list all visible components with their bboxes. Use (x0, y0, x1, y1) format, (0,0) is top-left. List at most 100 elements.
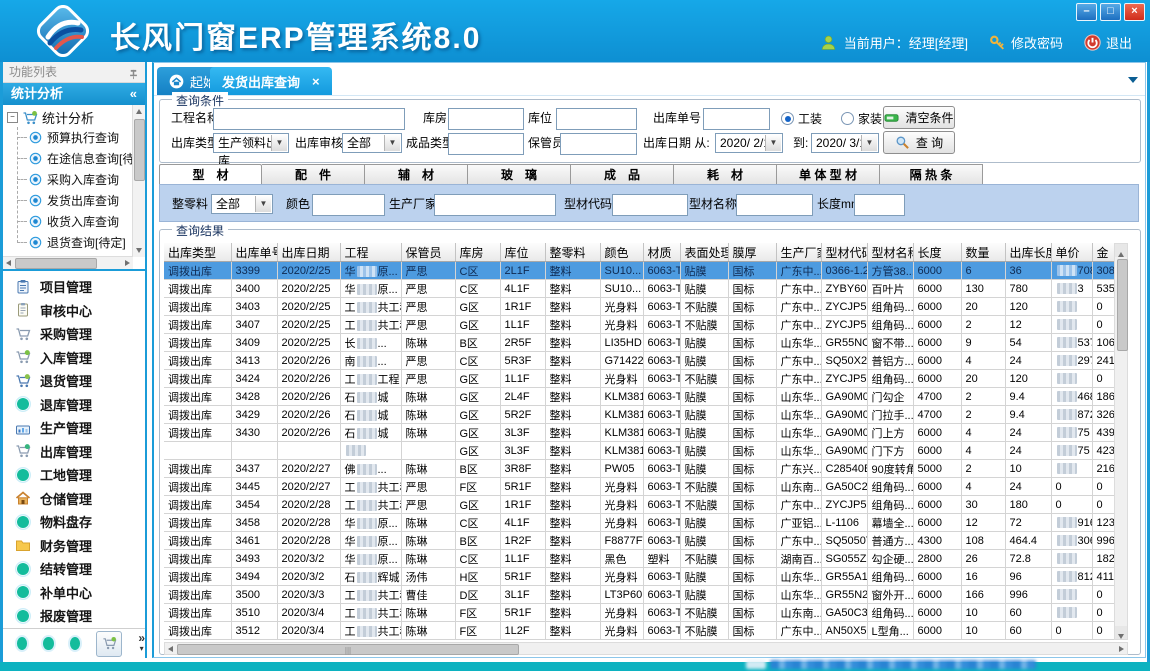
table-row[interactable]: 调拨出库34932020/3/2华原...陈琳C区1L1F整料黑色塑料不贴膜国标… (164, 550, 1114, 568)
table-row[interactable]: 调拨出库34542020/2/28工共工程严思G区1R1F整料光身料6063-T… (164, 496, 1114, 514)
column-header[interactable]: 出库类型 (164, 243, 231, 262)
close-button[interactable]: × (1124, 3, 1145, 21)
sidebar-menu-item[interactable]: 入库管理 (3, 346, 145, 370)
scroll-left-icon[interactable] (168, 646, 173, 652)
sidebar-menu-item[interactable]: 仓储管理 (3, 487, 145, 511)
sidebar-menu-item[interactable]: 工地管理 (3, 463, 145, 487)
sidebar-menu-item[interactable]: 生产管理 (3, 416, 145, 440)
table-row[interactable]: 调拨出库34242020/2/26工工程严思G区1L1F整料光身料6063-T5… (164, 370, 1114, 388)
profile-name-input[interactable] (736, 194, 813, 216)
scroll-up-icon[interactable] (1118, 252, 1124, 257)
column-header[interactable]: 出库单号 (231, 243, 277, 262)
tree-vertical-scrollbar[interactable] (132, 105, 145, 257)
column-header[interactable]: 整零料 (545, 243, 600, 262)
tree-hscroll-thumb[interactable] (15, 258, 97, 269)
audit-select[interactable]: 全部▼ (342, 133, 402, 153)
table-row[interactable]: 调拨出库34372020/2/27佛...陈琳B区3R8F整料PW056063-… (164, 460, 1114, 478)
scroll-left-icon[interactable] (6, 260, 11, 266)
table-row[interactable]: 调拨出库34282020/2/26石城陈琳G区2L4F整料KLM38176063… (164, 388, 1114, 406)
sidebar-menu-item[interactable]: 采购管理 (3, 322, 145, 346)
footer-cart-button[interactable] (96, 631, 122, 657)
table-row[interactable]: 调拨出库34092020/2/25长...陈琳B区2R5F整料LI35HD606… (164, 334, 1114, 352)
tree-item[interactable]: 收货入库查询 (5, 211, 132, 232)
date-from-picker[interactable]: 2020/ 2/16▼ (715, 133, 783, 153)
sidebar-menu-item[interactable]: 项目管理 (3, 275, 145, 299)
profile-code-input[interactable] (612, 194, 688, 216)
tree-vscroll-thumb[interactable] (134, 119, 145, 181)
table-row[interactable]: 调拨出库34292020/2/26石城陈琳G区5R2F整料KLM38176063… (164, 406, 1114, 424)
material-tab[interactable]: 配 件 (262, 164, 365, 185)
column-header[interactable]: 型材代码 (821, 243, 867, 262)
table-horizontal-scrollbar[interactable]: ||| (164, 642, 1128, 655)
table-row[interactable]: 调拨出库34132020/2/26南...严思C区5R3F整料G71422606… (164, 352, 1114, 370)
material-tab[interactable]: 玻 璃 (468, 164, 571, 185)
table-row[interactable]: G区3L3F整料KLM38176063-T5贴膜国标山东华...GA90M09.… (164, 442, 1114, 460)
logout-button[interactable]: 退出 (1084, 33, 1132, 52)
footer-dot-icon[interactable] (70, 637, 80, 650)
table-row[interactable]: 调拨出库35102020/3/4工共工程陈琳F区5R1F整料光身料6063-T5… (164, 604, 1114, 622)
scroll-down-icon[interactable] (136, 248, 142, 253)
column-header[interactable]: 颜色 (600, 243, 643, 262)
collapse-icon[interactable]: « (130, 83, 137, 105)
maker-input[interactable] (434, 194, 556, 216)
material-tab[interactable]: 型 材 (159, 164, 262, 185)
maximize-button[interactable]: □ (1100, 3, 1121, 21)
tab-shipment-query[interactable]: 发货出库查询 × (210, 67, 332, 95)
material-tab[interactable]: 隔 热 条 (880, 164, 983, 185)
column-header[interactable]: 库位 (500, 243, 545, 262)
footer-dot-icon[interactable] (17, 637, 27, 650)
footer-dot-icon[interactable] (43, 637, 53, 650)
minimize-button[interactable]: – (1076, 3, 1097, 21)
sidebar-menu-item[interactable]: 物料盘存 (3, 510, 145, 534)
product-type-input[interactable] (448, 133, 524, 155)
table-row[interactable]: 调拨出库33992020/2/25华原...严思C区2L1F整料SU10...6… (164, 262, 1114, 280)
color-input[interactable] (312, 194, 385, 216)
tree-item[interactable]: 预算执行查询 (5, 127, 132, 148)
column-header[interactable]: 型材名称 (867, 243, 913, 262)
radio-workwear[interactable]: 工装 (781, 110, 822, 127)
column-header[interactable]: 生产厂家 (776, 243, 821, 262)
change-password-button[interactable]: 修改密码 (989, 33, 1063, 52)
table-row[interactable]: 调拨出库34452020/2/27工共工程严思F区5R1F整料光身料6063-T… (164, 478, 1114, 496)
table-row[interactable]: 调拨出库34612020/2/28华原...陈琳B区1R2F整料F8877FT6… (164, 532, 1114, 550)
pin-icon[interactable] (128, 66, 139, 77)
radio-homewear[interactable]: 家装 (841, 110, 882, 127)
length-input[interactable] (854, 194, 905, 216)
scroll-down-icon[interactable] (1118, 634, 1124, 639)
table-row[interactable]: 调拨出库34002020/2/25华原...严思C区4L1F整料SU10...6… (164, 280, 1114, 298)
material-tab[interactable]: 单 体 型 材 (777, 164, 880, 185)
tree-horizontal-scrollbar[interactable] (3, 256, 133, 269)
column-header[interactable]: 表面处理 (680, 243, 728, 262)
keeper-input[interactable] (560, 133, 637, 155)
sidebar-menu-item[interactable]: 财务管理 (3, 534, 145, 558)
out-type-select[interactable]: 生产领料出库▼ (213, 133, 289, 153)
whole-piece-select[interactable]: 全部▼ (211, 194, 273, 214)
search-button[interactable]: 查 询 (883, 131, 955, 154)
table-row[interactable]: 调拨出库34032020/2/25工共工程严思G区1R1F整料光身料6063-T… (164, 298, 1114, 316)
column-header[interactable]: 工程 (340, 243, 401, 262)
sidebar-menu-item[interactable]: 退货管理 (3, 369, 145, 393)
order-no-input[interactable] (703, 108, 770, 130)
sidebar-menu-item[interactable]: 审核中心 (3, 299, 145, 323)
table-vertical-scrollbar[interactable] (1114, 243, 1128, 640)
tab-close-icon[interactable]: × (312, 74, 320, 89)
scroll-up-icon[interactable] (136, 109, 142, 114)
warehouse-input[interactable] (448, 108, 524, 130)
date-to-picker[interactable]: 2020/ 3/16▼ (811, 133, 879, 153)
location-input[interactable] (556, 108, 637, 130)
column-header[interactable]: 金 (1092, 243, 1114, 262)
material-tab[interactable]: 成 品 (571, 164, 674, 185)
table-row[interactable]: 调拨出库34302020/2/26石城陈琳G区3L3F整料KLM38176063… (164, 424, 1114, 442)
tree-item[interactable]: 发货出库查询 (5, 190, 132, 211)
footer-expand-chevron[interactable]: » ▾ (138, 634, 145, 653)
tree-expander-icon[interactable]: − (7, 112, 18, 123)
project-name-input[interactable] (213, 108, 405, 130)
sidebar-section-header[interactable]: 统计分析 « (3, 83, 145, 105)
sidebar-menu-item[interactable]: 报废管理 (3, 604, 145, 628)
material-tab[interactable]: 辅 材 (365, 164, 468, 185)
scroll-right-icon[interactable] (125, 260, 130, 266)
tab-overflow-icon[interactable] (1128, 77, 1138, 83)
column-header[interactable]: 出库日期 (277, 243, 340, 262)
tree-item[interactable]: 在途信息查询[待 (5, 148, 132, 169)
column-header[interactable]: 长度 (913, 243, 961, 262)
